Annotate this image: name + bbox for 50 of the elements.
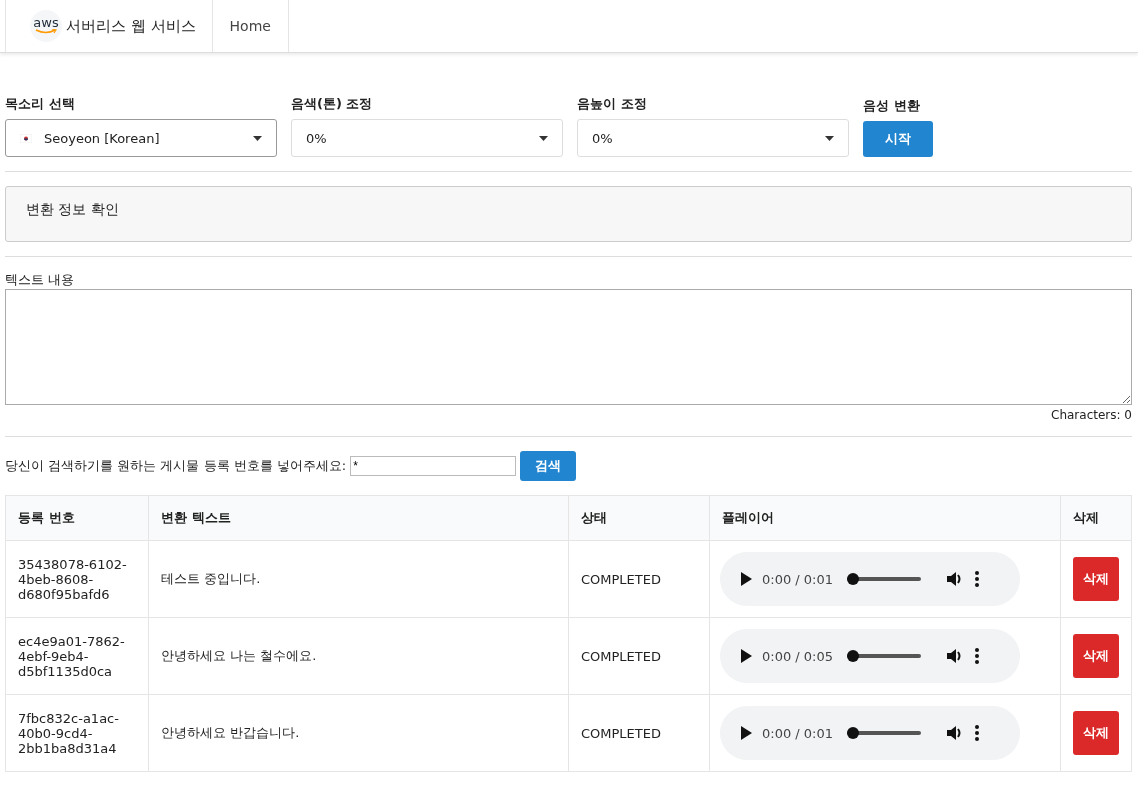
table-cell: 안녕하세요 나는 철수에요. xyxy=(161,648,317,663)
nav-link[interactable]: Home xyxy=(212,0,289,52)
table-cell: COMPLETED xyxy=(581,571,661,587)
dropdown[interactable]: Seoyeon [Korean] xyxy=(5,119,277,157)
dropdown[interactable]: 0% xyxy=(577,119,849,157)
delete-button[interactable]: 삭제 xyxy=(1073,557,1119,601)
more-options-icon[interactable] xyxy=(975,725,980,741)
table-cell: 35438078-6102-4beb-8608-d680f95bafd6 xyxy=(18,556,127,602)
field-label: 음색(톤) 조정 xyxy=(291,95,374,113)
delete-button[interactable]: 삭제 xyxy=(1073,634,1119,678)
column-header: 플레이어 xyxy=(709,495,1061,541)
playback-time: 0:00 / 0:01 xyxy=(762,571,834,587)
caret-icon xyxy=(253,135,262,141)
seek-slider[interactable] xyxy=(847,727,922,739)
playback-time: 0:00 / 0:01 xyxy=(762,725,834,741)
play-icon[interactable] xyxy=(740,572,752,586)
table-cell: 테스트 중입니다. xyxy=(161,571,261,586)
caret-icon xyxy=(825,135,834,141)
caret-icon xyxy=(539,135,548,141)
aws-logo-icon: aws xyxy=(30,10,62,42)
table-cell: ec4e9a01-7862-4ebf-9eb4-d5bf1135d0ca xyxy=(18,633,125,679)
text-input-field[interactable] xyxy=(5,289,1132,405)
seek-slider[interactable] xyxy=(847,573,922,585)
field-label: 목소리 선택 xyxy=(5,95,76,113)
more-options-icon[interactable] xyxy=(975,648,980,664)
character-counter: Characters: 0 xyxy=(1051,408,1132,422)
search-button[interactable]: 검색 xyxy=(520,451,577,481)
brand-title[interactable]: 서버리스 웹 서비스 xyxy=(66,16,196,36)
column-header: 등록 번호 xyxy=(5,495,149,541)
dropdown[interactable]: 0% xyxy=(291,119,563,157)
table-cell: COMPLETED xyxy=(581,725,661,741)
column-header: 상태 xyxy=(568,495,710,541)
start-button[interactable]: 시작 xyxy=(863,121,933,157)
field-label: 음성 변환 xyxy=(863,97,921,115)
search-field[interactable]: * xyxy=(350,456,517,476)
table-cell: 안녕하세요 반갑습니다. xyxy=(161,725,300,740)
delete-button[interactable]: 삭제 xyxy=(1073,711,1119,755)
table-cell: 7fbc832c-a1ac-40b0-9cd4-2bb1ba8d31a4 xyxy=(18,710,119,756)
play-icon[interactable] xyxy=(740,649,752,663)
table-cell: COMPLETED xyxy=(581,648,661,664)
column-header: 변환 텍스트 xyxy=(148,495,569,541)
field-label: 음높이 조정 xyxy=(577,95,648,113)
playback-time: 0:00 / 0:05 xyxy=(762,648,834,664)
seek-slider[interactable] xyxy=(847,650,922,662)
panel-title: 변환 정보 확인 xyxy=(26,201,119,217)
field-label: 텍스트 내용 xyxy=(5,271,76,289)
search-label: 당신이 검색하기를 원하는 게시물 등록 번호를 넣어주세요: xyxy=(5,457,347,475)
play-icon[interactable] xyxy=(740,726,752,740)
more-options-icon[interactable] xyxy=(975,571,980,587)
column-header: 삭제 xyxy=(1060,495,1132,541)
